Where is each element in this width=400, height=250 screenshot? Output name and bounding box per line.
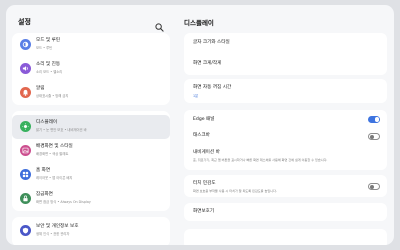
settings-card-5: 화면보호기 [184, 203, 387, 221]
menu-group-2: 디스플레이 밝기 • 눈 편안 보호 • 내비게이션 바 배경화면 및 스타일 … [12, 111, 170, 211]
menu-group-3: 보안 및 개인정보 보호 생체 인식 • 권한 관리자 [12, 217, 170, 245]
font-size-style-row[interactable]: 글자 크기와 스타일 [184, 33, 387, 54]
shield-icon [20, 225, 31, 236]
bell-icon [20, 87, 31, 98]
speaker-icon [20, 63, 31, 74]
settings-window: 설정 모드 및 루틴 모드 • 루틴 소리 및 진동 소리 모드 • 벨소리 알… [6, 5, 394, 245]
taskbar-row[interactable]: 태스크바 [184, 128, 387, 144]
screen-zoom-row[interactable]: 화면 크게/작게 [184, 54, 387, 75]
navigation-bar-row[interactable]: 내비게이션 바 홈, 뒤로가기, 최근 앱 버튼을 표시하거나 빠른 화면 제스… [184, 145, 387, 169]
lock-icon [20, 193, 31, 204]
menu-item-home-screen[interactable]: 홈 화면 레이아웃 • 앱 아이콘 배지 [12, 163, 170, 187]
menu-item-modes-routines[interactable]: 모드 및 루틴 모드 • 루틴 [12, 33, 170, 57]
edge-panel-toggle[interactable] [368, 116, 380, 123]
settings-card-1: 글자 크기와 스타일 화면 크게/작게 [184, 33, 387, 75]
modes-icon [20, 39, 31, 50]
settings-title: 설정 [18, 18, 31, 26]
menu-item-security-privacy[interactable]: 보안 및 개인정보 보호 생체 인식 • 권한 관리자 [12, 219, 170, 243]
touch-sensitivity-row[interactable]: 터치 민감도 화면 보호용 부착물 사용 시 터치가 잘 되도록 민감도를 높입… [184, 175, 387, 197]
wallpaper-icon [20, 145, 31, 156]
menu-item-display[interactable]: 디스플레이 밝기 • 눈 편안 보호 • 내비게이션 바 [12, 115, 170, 139]
home-grid-icon [20, 169, 31, 180]
settings-card-4: 터치 민감도 화면 보호용 부착물 사용 시 터치가 잘 되도록 민감도를 높입… [184, 175, 387, 197]
settings-card-6 [184, 229, 387, 245]
edge-panel-row[interactable]: Edge 패널 [184, 110, 387, 128]
settings-card-2: 화면 자동 꺼짐 시간 1분 [184, 79, 387, 103]
menu-item-notifications[interactable]: 알림 상태표시줄 • 방해 금지 [12, 81, 170, 105]
settings-menu-panel: 설정 모드 및 루틴 모드 • 루틴 소리 및 진동 소리 모드 • 벨소리 알… [6, 5, 176, 245]
taskbar-toggle[interactable] [368, 133, 380, 140]
menu-item-sound-vibration[interactable]: 소리 및 진동 소리 모드 • 벨소리 [12, 57, 170, 81]
screen-saver-row[interactable]: 화면보호기 [184, 203, 387, 221]
display-settings-panel: 디스플레이 글자 크기와 스타일 화면 크게/작게 화면 자동 꺼짐 시간 1분… [176, 5, 394, 245]
touch-sensitivity-toggle[interactable] [368, 183, 380, 190]
page-title: 디스플레이 [184, 19, 214, 27]
brightness-icon [20, 121, 31, 132]
screen-timeout-row[interactable]: 화면 자동 꺼짐 시간 1분 [184, 79, 387, 103]
menu-item-lock-screen[interactable]: 잠금화면 화면 잠금 방식 • Always On Display [12, 187, 170, 211]
menu-group-1: 모드 및 루틴 모드 • 루틴 소리 및 진동 소리 모드 • 벨소리 알림 상… [12, 33, 170, 105]
menu-item-wallpaper-style[interactable]: 배경화면 및 스타일 배경화면 • 색상 팔레트 [12, 139, 170, 163]
screen-timeout-value: 1분 [193, 94, 199, 98]
settings-card-3: Edge 패널 태스크바 내비게이션 바 홈, 뒤로가기, 최근 앱 버튼을 표… [184, 110, 387, 170]
search-icon[interactable] [155, 17, 164, 32]
